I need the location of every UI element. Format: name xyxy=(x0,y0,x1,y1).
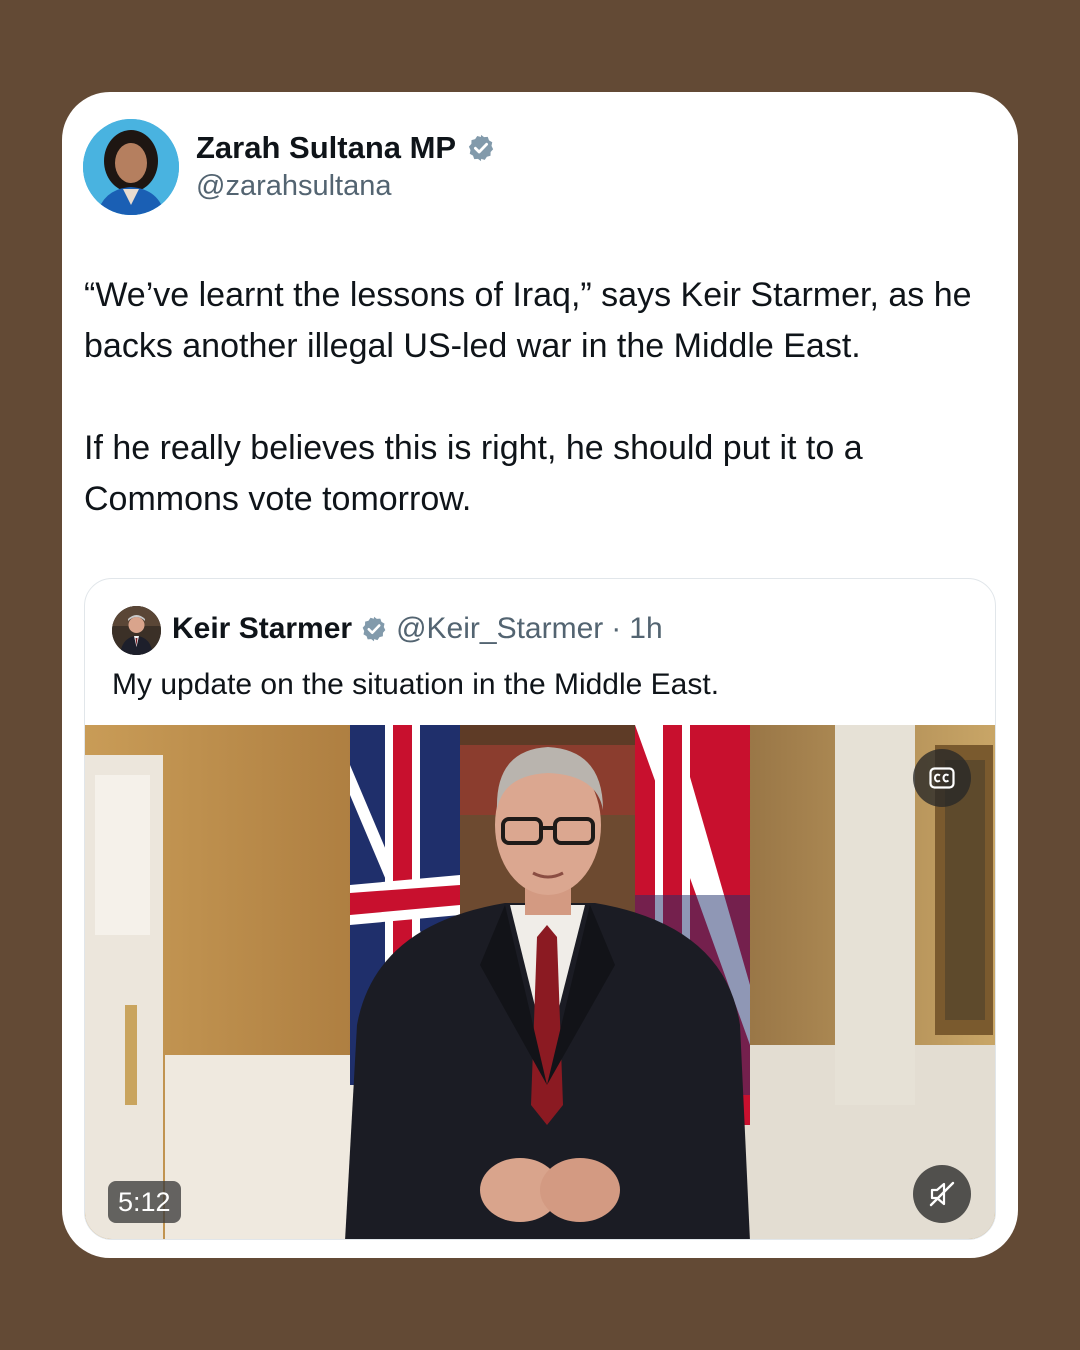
author-name[interactable]: Zarah Sultana MP xyxy=(196,130,456,166)
quoted-author-avatar[interactable] xyxy=(112,606,161,655)
quoted-author-handle[interactable]: @Keir_Starmer xyxy=(396,612,603,646)
quoted-author-avatar-image xyxy=(112,606,161,655)
quoted-post-header: Keir Starmer @Keir_Starmer · 1h xyxy=(172,612,663,646)
author-handle[interactable]: @zarahsultana xyxy=(196,170,392,203)
author-name-row[interactable]: Zarah Sultana MP xyxy=(196,130,496,166)
mute-button[interactable] xyxy=(913,1165,971,1223)
verified-badge-icon xyxy=(468,134,494,162)
post-paragraph: If he really believes this is right, he … xyxy=(84,429,863,518)
video-duration: 5:12 xyxy=(108,1181,181,1223)
author-avatar-image xyxy=(83,119,179,215)
quoted-post-time[interactable]: 1h xyxy=(629,612,662,646)
quoted-post[interactable]: Keir Starmer @Keir_Starmer · 1h My updat… xyxy=(84,578,996,1240)
quoted-author-name[interactable]: Keir Starmer xyxy=(172,612,352,646)
post-card: Zarah Sultana MP @zarahsultana “We’ve le… xyxy=(62,92,1018,1258)
verified-badge-icon xyxy=(362,616,386,642)
post-paragraph: “We’ve learnt the lessons of Iraq,” says… xyxy=(84,276,972,365)
author-avatar[interactable] xyxy=(83,119,179,215)
quoted-post-text: My update on the situation in the Middle… xyxy=(112,668,720,701)
video-thumbnail xyxy=(85,725,995,1239)
muted-speaker-icon xyxy=(929,1181,955,1207)
video-player[interactable]: 5:12 xyxy=(85,725,995,1239)
post-body: “We’ve learnt the lessons of Iraq,” says… xyxy=(84,270,1004,525)
closed-captions-icon xyxy=(929,767,955,789)
separator-dot: · xyxy=(611,612,622,645)
captions-button[interactable] xyxy=(913,749,971,807)
